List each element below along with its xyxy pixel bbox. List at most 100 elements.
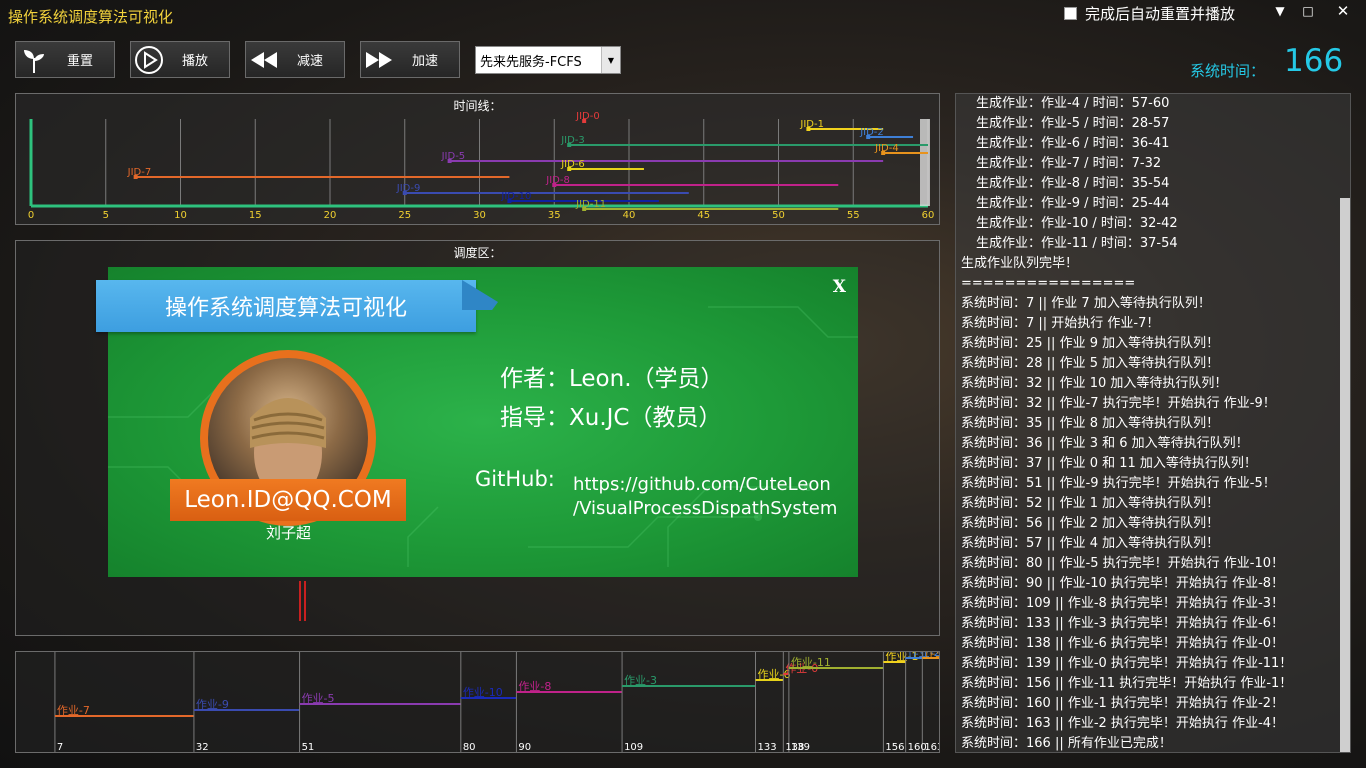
log-line: 生成作业：作业-5 / 时间：28-57 — [976, 116, 1170, 131]
tick-label: 30 — [473, 210, 486, 221]
job-label: JID-3 — [560, 135, 585, 146]
log-line: 生成作业：作业-6 / 时间：36-41 — [976, 136, 1170, 151]
log-line: 系统时间：37 || 作业 0 和 11 加入等待执行队列！ — [961, 456, 1257, 471]
gantt-tick-label: 133 — [758, 742, 777, 752]
log-line: 系统时间：52 || 作业 1 加入等待执行队列！ — [961, 496, 1220, 511]
log-line: 生成作业队列完毕！ — [961, 256, 1079, 271]
github-link[interactable]: https://github.com/CuteLeon — [573, 474, 831, 495]
tick-label: 50 — [772, 210, 785, 221]
maximize-button[interactable]: □ — [1295, 0, 1321, 22]
job-label: JID-8 — [545, 175, 570, 186]
gantt-tick-label: 7 — [57, 742, 63, 752]
sprout-icon — [16, 42, 52, 77]
tick-label: 45 — [697, 210, 710, 221]
log-line: 系统时间：80 || 作业-5 执行完毕！开始执行 作业-10！ — [961, 556, 1285, 571]
gantt-label: 作业-5 — [302, 692, 335, 705]
log-line: 系统时间：163 || 作业-2 执行完毕！开始执行 作业-4！ — [961, 716, 1285, 731]
job-label: JID-5 — [441, 151, 466, 162]
gantt-label: 作业-7 — [57, 704, 90, 717]
play-button[interactable]: 播放 — [130, 41, 230, 78]
log-line: 系统时间：90 || 作业-10 执行完毕！开始执行 作业-8！ — [961, 576, 1285, 591]
chevron-down-icon[interactable]: ▼ — [601, 47, 620, 73]
log-line: ================ — [961, 276, 1136, 291]
gantt-chart: 作业-7 作业-9 作业-5 作业-10 作业-8 作业-3 作业-6作业-0作业-11 作业… — [54, 652, 939, 752]
github-label: GitHub: — [475, 467, 555, 491]
log-line: 系统时间：139 || 作业-0 执行完毕！开始执行 作业-11！ — [961, 656, 1293, 671]
gantt-tick-label: 109 — [624, 742, 643, 752]
gantt-tick-label: 51 — [302, 742, 315, 752]
schedule-marker — [299, 581, 306, 621]
about-banner: 操作系统调度算法可视化 — [96, 280, 476, 332]
tick-label: 55 — [847, 210, 860, 221]
time-cursor — [920, 119, 930, 206]
system-time-label: 系统时间： — [1190, 62, 1266, 80]
gantt-tick-label: 90 — [518, 742, 531, 752]
tick-label: 25 — [398, 210, 411, 221]
timeline-chart: 0 5 10 15 20 25 30 35 40 45 50 55 60 JID-0 JID-1 JID-2 J… — [28, 111, 935, 221]
speed-up-label: 加速 — [411, 54, 438, 69]
gantt-label: 作业-4 — [924, 652, 939, 659]
log-scrollbar[interactable] — [1340, 198, 1350, 752]
log-line: 系统时间：7 || 作业 7 加入等待执行队列！ — [961, 296, 1211, 311]
tick-label: 35 — [548, 210, 561, 221]
banner-ribbon-tail — [462, 280, 498, 310]
log-panel[interactable]: 生成作业：作业-4 / 时间：57-60 生成作业：作业-5 / 时间：28-57… — [955, 93, 1351, 753]
slow-down-button[interactable]: 减速 — [245, 41, 345, 78]
author-name: 刘子超 — [266, 524, 312, 542]
reset-button[interactable]: 重置 — [15, 41, 115, 78]
play-label: 播放 — [181, 54, 208, 69]
app-title: 操作系统调度算法可视化 — [8, 8, 174, 26]
checkbox-box[interactable] — [1064, 7, 1077, 20]
log-line: 生成作业：作业-9 / 时间：25-44 — [976, 196, 1170, 211]
auto-reset-label: 完成后自动重置并播放 — [1085, 5, 1236, 23]
log-line: 系统时间：7 || 开始执行 作业-7！ — [961, 316, 1160, 331]
close-window-button[interactable]: ✕ — [1328, 0, 1358, 22]
log-line: 系统时间：166 || 所有作业已完成！ — [961, 736, 1172, 751]
log-line: 生成作业：作业-10 / 时间：32-42 — [976, 216, 1178, 231]
job-label: JID-9 — [396, 183, 421, 194]
gantt-tick-label: 163 — [924, 742, 939, 752]
about-close-button[interactable]: X — [833, 277, 846, 297]
gantt-panel: 作业-7 作业-9 作业-5 作业-10 作业-8 作业-3 作业-6 作业-0 作业-11 作业… — [15, 651, 940, 753]
minimize-button[interactable]: ▼ — [1267, 0, 1293, 22]
job-label: JID-1 — [799, 119, 824, 130]
gantt-tick-label: 156 — [885, 742, 904, 752]
log-line: 系统时间：57 || 作业 4 加入等待执行队列！ — [961, 536, 1220, 551]
log-line: 系统时间：32 || 作业 10 加入等待执行队列！ — [961, 376, 1228, 391]
log-line: 系统时间：133 || 作业-3 执行完毕！开始执行 作业-6！ — [961, 616, 1285, 631]
speed-up-button[interactable]: 加速 — [360, 41, 460, 78]
reset-label: 重置 — [66, 54, 93, 69]
job-label: JID-4 — [874, 143, 899, 154]
email-ribbon: Leon.ID@QQ.COM — [170, 479, 406, 521]
log-line: 系统时间：109 || 作业-8 执行完毕！开始执行 作业-3！ — [961, 596, 1285, 611]
gantt-label: 作业-9 — [196, 698, 229, 711]
tick-label: 10 — [174, 210, 187, 221]
auto-reset-checkbox[interactable]: 完成后自动重置并播放 — [1064, 3, 1235, 24]
gantt-label: 作业-3 — [624, 674, 657, 687]
job-label: JID-0 — [575, 111, 600, 122]
log-line: 系统时间：160 || 作业-1 执行完毕！开始执行 作业-2！ — [961, 696, 1285, 711]
algorithm-select[interactable]: 先来先服务-FCFS ▼ — [475, 46, 621, 74]
timeline-panel: 时间线： 0 5 10 15 20 25 30 35 40 45 50 55 60 JID-0 JID-1 J… — [15, 93, 940, 225]
log-line: 系统时间：28 || 作业 5 加入等待执行队列！ — [961, 356, 1220, 371]
gantt-tick-label: 32 — [196, 742, 209, 752]
job-label: JID-7 — [127, 167, 152, 178]
log-line: 生成作业：作业-7 / 时间：7-32 — [976, 156, 1162, 171]
fast-forward-icon — [361, 42, 397, 77]
tick-label: 15 — [249, 210, 262, 221]
gantt-tick-label: 80 — [463, 742, 476, 752]
github-link-continued[interactable]: /VisualProcessDispathSystem — [573, 498, 837, 519]
log-line: 系统时间：51 || 作业-9 执行完毕！开始执行 作业-5！ — [961, 476, 1276, 491]
log-line: 生成作业：作业-8 / 时间：35-54 — [976, 176, 1170, 191]
log-line: 系统时间：36 || 作业 3 和 6 加入等待执行队列！ — [961, 436, 1249, 451]
tick-label: 40 — [623, 210, 636, 221]
slow-down-label: 减速 — [296, 54, 323, 69]
mentor-line: 指导：Xu.JC（教员） — [500, 405, 722, 431]
tick-label: 20 — [324, 210, 337, 221]
log-line: 系统时间：35 || 作业 8 加入等待执行队列！ — [961, 416, 1220, 431]
log-line: 系统时间：138 || 作业-6 执行完毕！开始执行 作业-0！ — [961, 636, 1285, 651]
gantt-label: 作业-8 — [518, 680, 551, 693]
tick-label: 0 — [28, 210, 34, 221]
job-label: JID-6 — [560, 159, 585, 170]
log-line: 系统时间：156 || 作业-11 执行完毕！开始执行 作业-1！ — [961, 676, 1293, 691]
